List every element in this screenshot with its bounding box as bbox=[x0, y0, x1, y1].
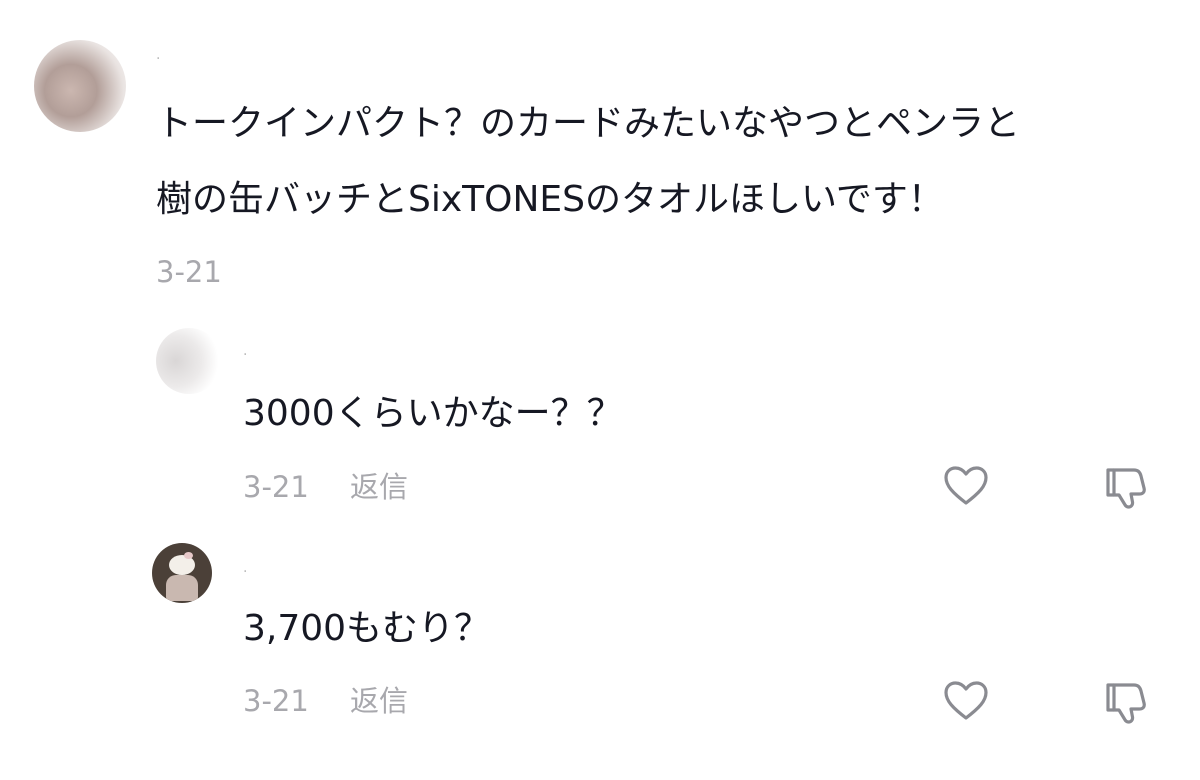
reply-2-text: 3,700もむり？ bbox=[243, 608, 491, 649]
reply-2-date: 3-21 bbox=[243, 684, 309, 718]
heart-outline-icon[interactable] bbox=[942, 462, 990, 510]
avatar-reply-2[interactable] bbox=[152, 543, 212, 603]
reply-2-reply-button[interactable]: 返信 bbox=[350, 686, 408, 716]
thumbs-down-outline-icon[interactable] bbox=[1104, 462, 1152, 510]
thumbs-down-outline-icon[interactable] bbox=[1104, 677, 1152, 725]
username-main[interactable]: · bbox=[156, 52, 160, 66]
avatar-figure-bow bbox=[184, 552, 193, 559]
username-reply-2[interactable]: · bbox=[243, 565, 247, 579]
username-reply-1[interactable]: · bbox=[243, 348, 247, 362]
avatar-figure-body bbox=[166, 575, 198, 601]
main-comment-text-line1: トークインパクト？のカードみたいなやつとペンラと bbox=[156, 103, 1021, 144]
avatar-reply-1[interactable] bbox=[156, 328, 222, 394]
reply-1-date: 3-21 bbox=[243, 470, 309, 504]
main-comment-text-line2: 樹の缶バッチとSixTONESのタオルほしいです！ bbox=[156, 179, 944, 220]
main-comment-date: 3-21 bbox=[156, 255, 222, 289]
reply-1-text: 3000くらいかなー？？ bbox=[243, 393, 623, 434]
avatar-main-commenter[interactable] bbox=[34, 40, 126, 132]
heart-outline-icon[interactable] bbox=[942, 677, 990, 725]
reply-1-reply-button[interactable]: 返信 bbox=[350, 472, 408, 502]
